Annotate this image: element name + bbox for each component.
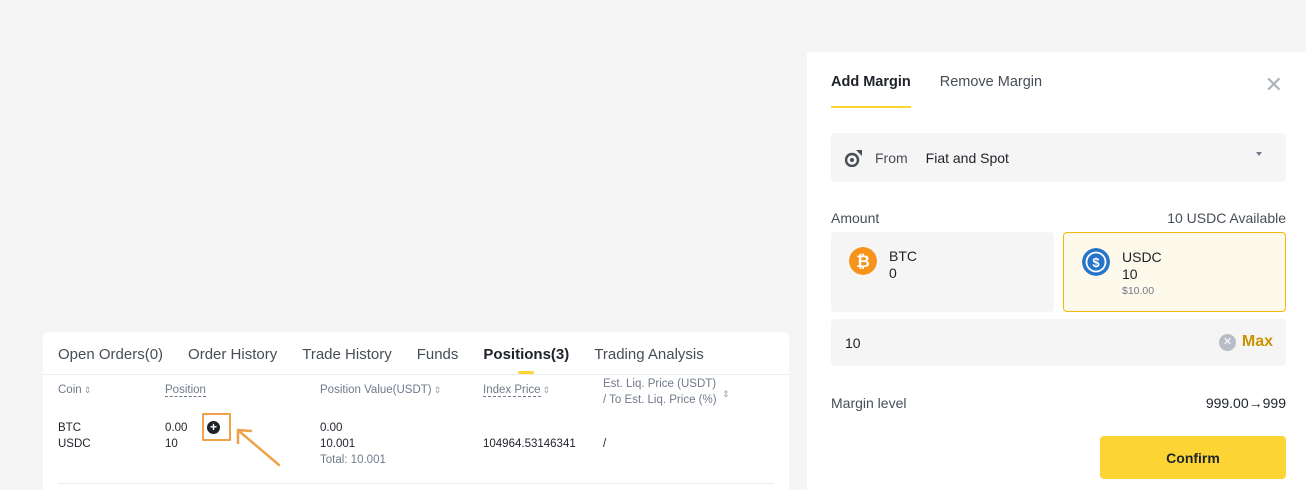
header-position-value-label: Position Value(USDT) [320, 384, 432, 396]
coin-card-usdc[interactable]: $ USDC 10 $10.00 [1063, 232, 1286, 312]
wallet-transfer-icon [844, 149, 863, 167]
margin-modal: Add Margin Remove Margin ✕ From Fiat and… [807, 52, 1306, 490]
header-position-label: Position [165, 384, 206, 397]
plus-circle-icon[interactable]: + [207, 421, 220, 434]
header-coin[interactable]: Coin ⇕ [58, 384, 91, 396]
svg-text:$: $ [1092, 255, 1100, 270]
tab-add-margin-label: Add Margin [831, 74, 911, 90]
available-balance: 10 USDC Available [1167, 210, 1286, 226]
header-position: Position [165, 384, 206, 397]
header-coin-label: Coin [58, 384, 82, 396]
amount-input[interactable] [845, 319, 1145, 366]
total-position-value: Total: 10.001 [320, 454, 386, 466]
amount-label: Amount [831, 210, 880, 226]
from-value: Fiat and Spot [925, 149, 1009, 166]
row-usdc-coin: USDC [58, 438, 91, 450]
tabs-divider [43, 374, 789, 375]
row-usdc-position-value: 10.001 [320, 438, 356, 450]
tab-funds[interactable]: Funds [417, 332, 459, 376]
tab-trading-analysis[interactable]: Trading Analysis [594, 332, 704, 376]
row-btc-coin: BTC [58, 422, 81, 434]
btc-icon: ₿ [849, 247, 877, 275]
tab-trade-history[interactable]: Trade History [302, 332, 391, 376]
row-btc-position: 0.00 [165, 422, 188, 434]
sort-icon: ⇕ [542, 385, 551, 395]
sort-icon: ⇕ [722, 389, 730, 399]
active-tab-indicator [831, 106, 911, 108]
margin-level-label: Margin level [831, 395, 907, 411]
positions-tabs: Open Orders(0) Order History Trade Histo… [58, 332, 729, 376]
row-usdc-position: 10 [165, 438, 178, 450]
margin-tabs: Add Margin Remove Margin [831, 74, 1071, 108]
tab-positions[interactable]: Positions(3) [483, 332, 569, 376]
header-index-price-label: Index Price [483, 384, 541, 397]
usdc-icon: $ [1082, 248, 1110, 276]
coin-usd-value: $10.00 [1122, 285, 1155, 297]
margin-level-value: 999.00→999 [1205, 395, 1286, 411]
coin-card-btc[interactable]: ₿ BTC 0 [831, 232, 1054, 312]
svg-text:₿: ₿ [856, 252, 870, 271]
tab-open-orders[interactable]: Open Orders(0) [58, 332, 163, 376]
header-index-price[interactable]: Index Price ⇕ [483, 384, 551, 397]
positions-panel: Open Orders(0) Order History Trade Histo… [43, 332, 789, 490]
tab-remove-margin[interactable]: Remove Margin [940, 74, 1042, 108]
coin-amount: 10 [1122, 266, 1138, 282]
coin-name: USDC [1122, 249, 1162, 265]
table-bottom-divider [58, 483, 774, 484]
header-position-value[interactable]: Position Value(USDT) ⇕ [320, 384, 441, 396]
chevron-down-icon [1256, 152, 1262, 156]
header-est-liq-line2: / To Est. Liq. Price (%) [603, 394, 717, 406]
tab-positions-label: Positions(3) [483, 345, 570, 363]
close-icon[interactable]: ✕ [1265, 72, 1283, 98]
header-est-liq-line1: Est. Liq. Price (USDT) [603, 378, 717, 390]
from-account-select[interactable]: From Fiat and Spot [831, 133, 1286, 182]
tab-order-history[interactable]: Order History [188, 332, 277, 376]
max-button[interactable]: Max [1242, 333, 1273, 351]
clear-icon[interactable]: ✕ [1219, 334, 1236, 351]
coin-amount: 0 [889, 265, 897, 281]
from-label: From [875, 149, 908, 166]
row-usdc-index-price: 104964.53146341 [483, 438, 576, 450]
header-est-liq-price[interactable]: Est. Liq. Price (USDT) / To Est. Liq. Pr… [603, 376, 730, 408]
row-usdc-est-liq: / [603, 438, 607, 450]
sort-icon: ⇕ [83, 385, 92, 395]
arrow-pointer-icon [236, 428, 281, 467]
coin-name: BTC [889, 248, 917, 264]
sort-icon: ⇕ [433, 385, 442, 395]
confirm-button[interactable]: Confirm [1100, 436, 1286, 479]
tab-add-margin[interactable]: Add Margin [831, 74, 911, 108]
row-btc-position-value: 0.00 [320, 422, 343, 434]
amount-field[interactable]: ✕ Max [831, 319, 1286, 366]
